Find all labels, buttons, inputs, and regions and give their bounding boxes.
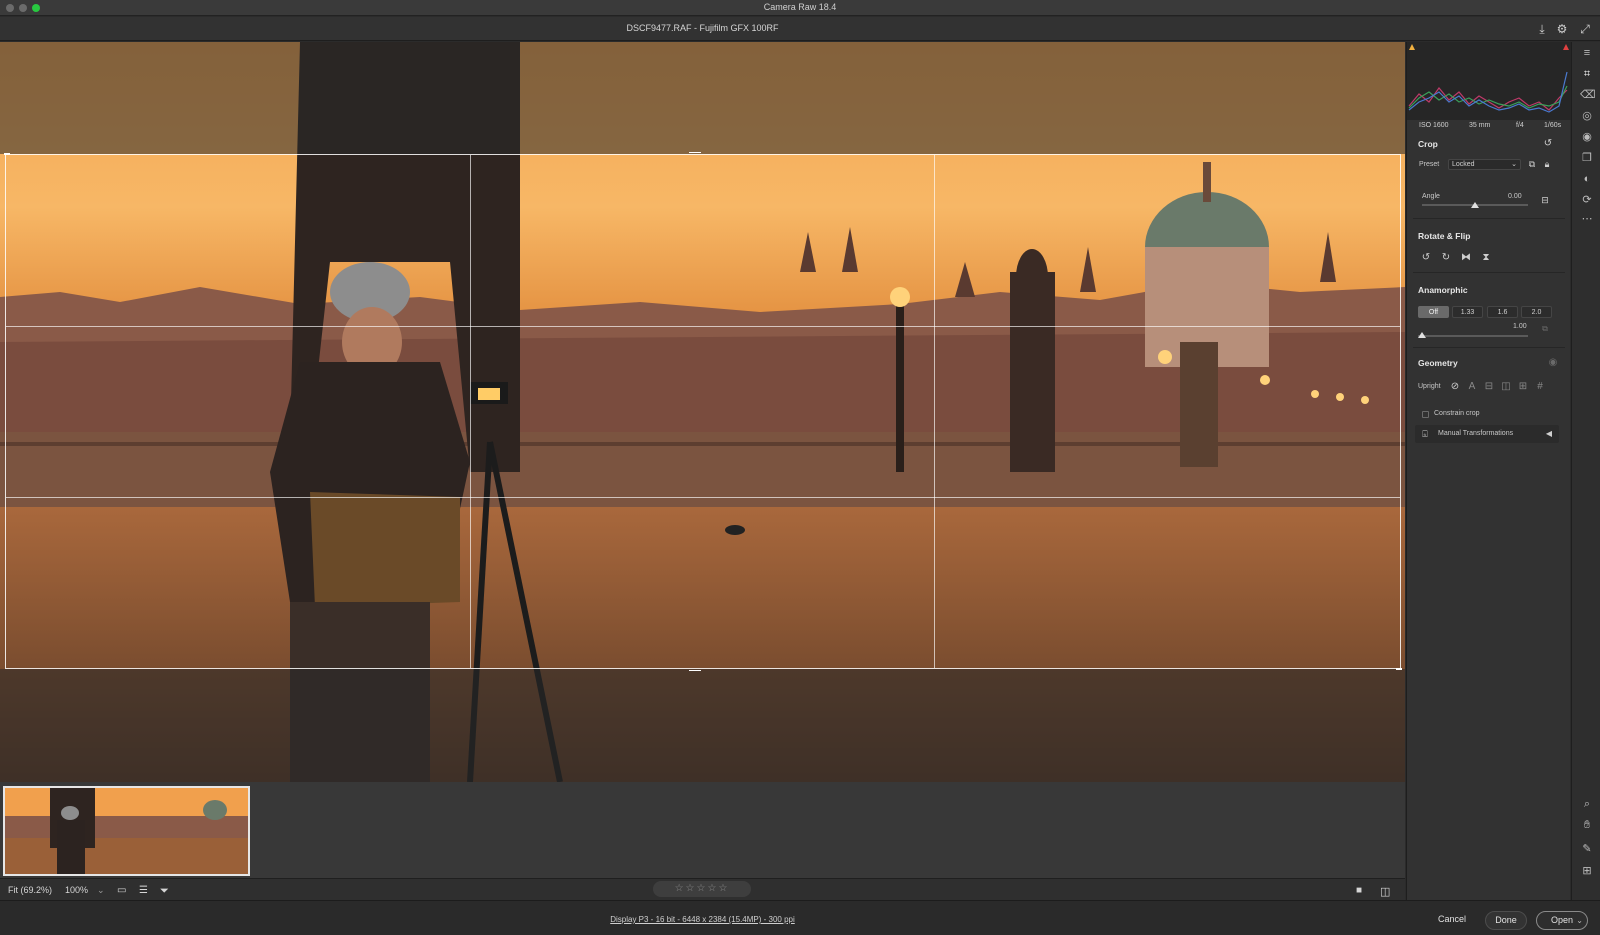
sync-icon[interactable]: ⟳	[1580, 193, 1594, 207]
sort-icon[interactable]: ☰	[139, 885, 148, 896]
anamorphic-value[interactable]: 1.00	[1513, 323, 1527, 330]
histogram	[1407, 42, 1571, 120]
transform-icon: ⌺	[1422, 429, 1428, 439]
crop-tool-icon[interactable]: ⌗	[1580, 67, 1594, 81]
crop-handle[interactable]	[689, 670, 702, 671]
open-button-label: Open	[1550, 915, 1574, 925]
zoom-tool-icon[interactable]: ⌕	[1580, 797, 1594, 811]
open-dropdown-icon[interactable]: ⌄	[1576, 912, 1583, 929]
cancel-button[interactable]: Cancel	[1430, 911, 1474, 930]
crop-grid-line	[470, 155, 472, 668]
crop-grid-line	[6, 325, 1400, 327]
open-button[interactable]: Open ⌄	[1536, 911, 1588, 930]
rotate-left-icon[interactable]: ↺	[1420, 252, 1432, 264]
anamorphic-slider[interactable]	[1418, 335, 1528, 337]
crop-orientation-icon[interactable]: ⧉	[1526, 158, 1538, 170]
crop-handle[interactable]	[689, 152, 702, 153]
crop-grid-line	[6, 496, 1400, 498]
snapshots-icon[interactable]: ❐	[1580, 151, 1594, 165]
done-button[interactable]: Done	[1485, 911, 1527, 930]
zoom-dropdown-icon[interactable]: ⌄	[97, 885, 105, 896]
upright-off-icon[interactable]: ⊘	[1449, 381, 1461, 393]
divider	[1413, 218, 1565, 219]
reset-crop-icon[interactable]: ↺	[1542, 138, 1554, 150]
divider	[1413, 347, 1565, 348]
anamorphic-slider-knob[interactable]	[1418, 332, 1426, 338]
crop-handle[interactable]	[4, 153, 10, 155]
presets-icon[interactable]: ◐	[1580, 172, 1594, 186]
grid-overlay-icon[interactable]: ⊞	[1580, 864, 1594, 878]
document-bar: DSCF9477.RAF - Fujifilm GFX 100RF ⤓ ⚙ ⤢	[0, 17, 1600, 41]
crop-preset-select[interactable]: Locked ⌄	[1448, 159, 1521, 170]
angle-label: Angle	[1422, 193, 1440, 200]
angle-value[interactable]: 0.00	[1508, 193, 1522, 200]
more-icon[interactable]: ⋯	[1580, 212, 1594, 226]
zoom-fit-button[interactable]: Fit (69.2%)	[8, 885, 52, 895]
filmstrip-thumbnail[interactable]	[3, 786, 250, 876]
rotate-right-icon[interactable]: ↻	[1440, 252, 1452, 264]
divider	[1413, 272, 1565, 273]
crop-preset-value: Locked	[1452, 161, 1475, 168]
straighten-tool-icon[interactable]: ⊟	[1539, 194, 1551, 206]
anamorphic-off-button[interactable]: Off	[1418, 306, 1449, 318]
manual-transformations-label: Manual Transformations	[1438, 430, 1514, 437]
red-eye-icon[interactable]: ◉	[1580, 130, 1594, 144]
remove-tool-icon[interactable]: ⌫	[1580, 88, 1596, 102]
document-title: DSCF9477.RAF - Fujifilm GFX 100RF	[626, 23, 779, 33]
anamorphic-20-button[interactable]: 2.0	[1521, 306, 1552, 318]
title-bar: Camera Raw 18.4	[0, 0, 1600, 16]
constrain-crop-checkbox[interactable]	[1422, 411, 1429, 418]
aperture-value: f/4	[1516, 122, 1524, 129]
zoom-100-button[interactable]: 100%	[65, 885, 88, 895]
workflow-options-link[interactable]: Display P3 - 16 bit - 6448 x 2384 (15.4M…	[0, 915, 1405, 924]
lock-icon[interactable]: 🔒︎	[1541, 158, 1553, 170]
constrain-crop-label: Constrain crop	[1434, 410, 1480, 417]
upright-auto-icon[interactable]: A	[1466, 381, 1478, 393]
crop-section-title: Crop	[1418, 139, 1438, 149]
upright-full-icon[interactable]: ⊞	[1517, 381, 1529, 393]
filmstrip-view-icon[interactable]: ▭	[117, 885, 126, 896]
color-sampler-icon[interactable]: ✎	[1580, 842, 1594, 856]
image-canvas[interactable]	[0, 42, 1405, 782]
tool-strip: ≡ ⌗ ⌫ ◎ ◉ ❐ ◐ ⟳ ⋯ ⌕ ✋︎ ✎ ⊞	[1571, 42, 1600, 900]
crop-handle[interactable]	[1396, 668, 1402, 670]
edit-sliders-icon[interactable]: ≡	[1580, 46, 1594, 60]
upright-vertical-icon[interactable]: ◫	[1500, 381, 1512, 393]
anamorphic-133-button[interactable]: 1.33	[1452, 306, 1483, 318]
masking-icon[interactable]: ◎	[1580, 109, 1594, 123]
preset-label: Preset	[1419, 161, 1440, 168]
filter-icon[interactable]: ⏷	[160, 885, 169, 898]
iso-value: ISO 1600	[1419, 122, 1449, 129]
hand-tool-icon[interactable]: ✋︎	[1580, 818, 1594, 832]
rotate-flip-title: Rotate & Flip	[1418, 231, 1471, 241]
crop-mask-top	[0, 42, 1405, 154]
anamorphic-title: Anamorphic	[1418, 285, 1468, 295]
crop-mask-bottom	[0, 669, 1405, 782]
expand-arrow-icon: ◀	[1545, 429, 1553, 438]
edit-panel: ISO 1600 35 mm f/4 1/60s Crop ↺ Preset L…	[1406, 42, 1571, 900]
upright-level-icon[interactable]: ⊟	[1483, 381, 1495, 393]
gear-icon[interactable]: ⚙	[1555, 22, 1569, 36]
upright-label: Upright	[1418, 383, 1441, 390]
single-view-icon[interactable]: ■	[1356, 885, 1362, 896]
save-icon[interactable]: ⤓	[1535, 22, 1549, 36]
anamorphic-16-button[interactable]: 1.6	[1487, 306, 1518, 318]
fullscreen-icon[interactable]: ⤢	[1578, 22, 1592, 36]
flip-horizontal-icon[interactable]: ⧓	[1460, 252, 1472, 264]
manual-transformations-row[interactable]: ⌺ Manual Transformations ◀	[1415, 425, 1559, 443]
geometry-title: Geometry	[1418, 358, 1458, 368]
upright-guided-icon[interactable]: #	[1534, 381, 1546, 393]
footer: Display P3 - 16 bit - 6448 x 2384 (15.4M…	[0, 900, 1600, 935]
focal-length-value: 35 mm	[1469, 122, 1491, 129]
angle-slider-knob[interactable]	[1471, 202, 1479, 208]
shutter-value: 1/60s	[1544, 122, 1562, 129]
flip-vertical-icon[interactable]: ⧗	[1480, 252, 1492, 264]
star-rating[interactable]: ☆☆☆☆☆	[653, 881, 751, 897]
crop-grid-line	[934, 155, 936, 668]
visibility-eye-icon[interactable]: ◉	[1547, 357, 1559, 369]
app-title: Camera Raw 18.4	[763, 2, 837, 12]
anamorphic-lock-icon[interactable]: ⧉	[1539, 323, 1551, 335]
crop-frame[interactable]	[4, 152, 1402, 671]
before-after-icon[interactable]: ◫	[1380, 885, 1390, 898]
